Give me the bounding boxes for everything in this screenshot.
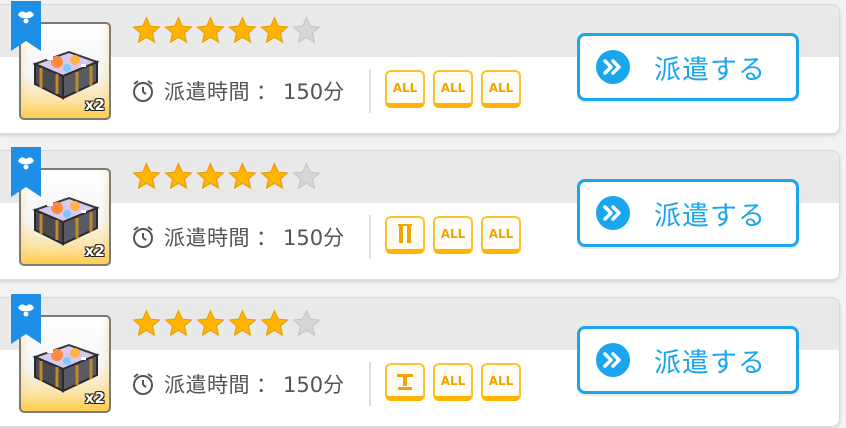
anvil-class-icon <box>397 373 413 390</box>
treasure-chest-icon <box>32 343 100 393</box>
star-filled-icon <box>196 16 225 44</box>
star-rating <box>131 308 322 340</box>
star-filled-icon <box>260 16 289 44</box>
requirement-badges: ALL ALL ALL <box>385 70 521 108</box>
dispatch-time-separator: ： <box>256 226 277 250</box>
expedition-list: x2 派遣時間 ： 150分 ALL ALL ALL 派遣する x2 派遣時間 … <box>0 0 846 428</box>
star-filled-icon <box>132 16 161 44</box>
bookmark-ribbon-icon <box>11 1 41 51</box>
dispatch-time: 派遣時間 ： 150分 <box>131 76 344 106</box>
star-empty-icon <box>292 309 321 337</box>
reward-quantity: x2 <box>84 389 105 407</box>
star-filled-icon <box>164 162 193 190</box>
dispatch-button-label: 派遣する <box>654 347 766 379</box>
star-empty-icon <box>292 16 321 44</box>
star-filled-icon <box>164 16 193 44</box>
alarm-clock-icon <box>133 80 153 102</box>
requirement-badges: ALL ALL <box>385 363 521 401</box>
requirement-badge[interactable]: ALL <box>433 216 473 254</box>
star-empty-icon <box>292 162 321 190</box>
reward-quantity: x2 <box>84 242 105 260</box>
star-filled-icon <box>228 16 257 44</box>
dispatch-time-separator: ： <box>256 373 277 397</box>
treasure-chest-icon <box>32 50 100 100</box>
requirement-badge[interactable]: ALL <box>481 216 521 254</box>
dispatch-button-label: 派遣する <box>654 54 766 86</box>
dispatch-time-value: 150分 <box>283 373 345 397</box>
star-filled-icon <box>196 162 225 190</box>
expedition-card: x2 派遣時間 ： 150分 ALL ALL 派遣する <box>0 294 840 427</box>
dispatch-button[interactable]: 派遣する <box>577 33 799 101</box>
alarm-clock-icon <box>133 373 153 395</box>
treasure-chest-icon <box>32 196 100 246</box>
bookmark-ribbon-icon <box>11 294 41 344</box>
dispatch-time-label: 派遣時間 <box>164 373 250 397</box>
star-filled-icon <box>164 309 193 337</box>
requirement-badge[interactable]: ALL <box>481 70 521 108</box>
divider <box>369 69 371 113</box>
dispatch-time-label: 派遣時間 <box>164 80 250 104</box>
dispatch-time: 派遣時間 ： 150分 <box>131 369 344 399</box>
star-filled-icon <box>132 309 161 337</box>
dispatch-button[interactable]: 派遣する <box>577 326 799 394</box>
bookmark-ribbon-icon <box>11 147 41 197</box>
double-chevron-icon <box>596 196 630 230</box>
alarm-clock-icon <box>133 226 153 248</box>
dispatch-time-label: 派遣時間 <box>164 226 250 250</box>
dispatch-time-value: 150分 <box>283 226 345 250</box>
expedition-card: x2 派遣時間 ： 150分 ALL ALL ALL 派遣する <box>0 1 840 134</box>
pillar-class-icon <box>398 223 412 243</box>
double-chevron-icon <box>596 343 630 377</box>
requirement-badge[interactable] <box>385 216 425 254</box>
dispatch-time: 派遣時間 ： 150分 <box>131 222 344 252</box>
star-filled-icon <box>196 309 225 337</box>
star-filled-icon <box>260 309 289 337</box>
dispatch-time-separator: ： <box>256 80 277 104</box>
divider <box>369 215 371 259</box>
star-filled-icon <box>132 162 161 190</box>
dispatch-button[interactable]: 派遣する <box>577 179 799 247</box>
star-filled-icon <box>228 162 257 190</box>
star-filled-icon <box>228 309 257 337</box>
star-filled-icon <box>260 162 289 190</box>
requirement-badge[interactable]: ALL <box>385 70 425 108</box>
star-rating <box>131 15 322 47</box>
divider <box>369 362 371 406</box>
dispatch-time-value: 150分 <box>283 80 345 104</box>
requirement-badge[interactable]: ALL <box>433 363 473 401</box>
requirement-badge[interactable]: ALL <box>481 363 521 401</box>
requirement-badges: ALL ALL <box>385 216 521 254</box>
expedition-card: x2 派遣時間 ： 150分 ALL ALL 派遣する <box>0 147 840 280</box>
requirement-badge[interactable] <box>385 363 425 401</box>
dispatch-button-label: 派遣する <box>654 200 766 232</box>
reward-quantity: x2 <box>84 96 105 114</box>
requirement-badge[interactable]: ALL <box>433 70 473 108</box>
double-chevron-icon <box>596 50 630 84</box>
star-rating <box>131 161 322 193</box>
